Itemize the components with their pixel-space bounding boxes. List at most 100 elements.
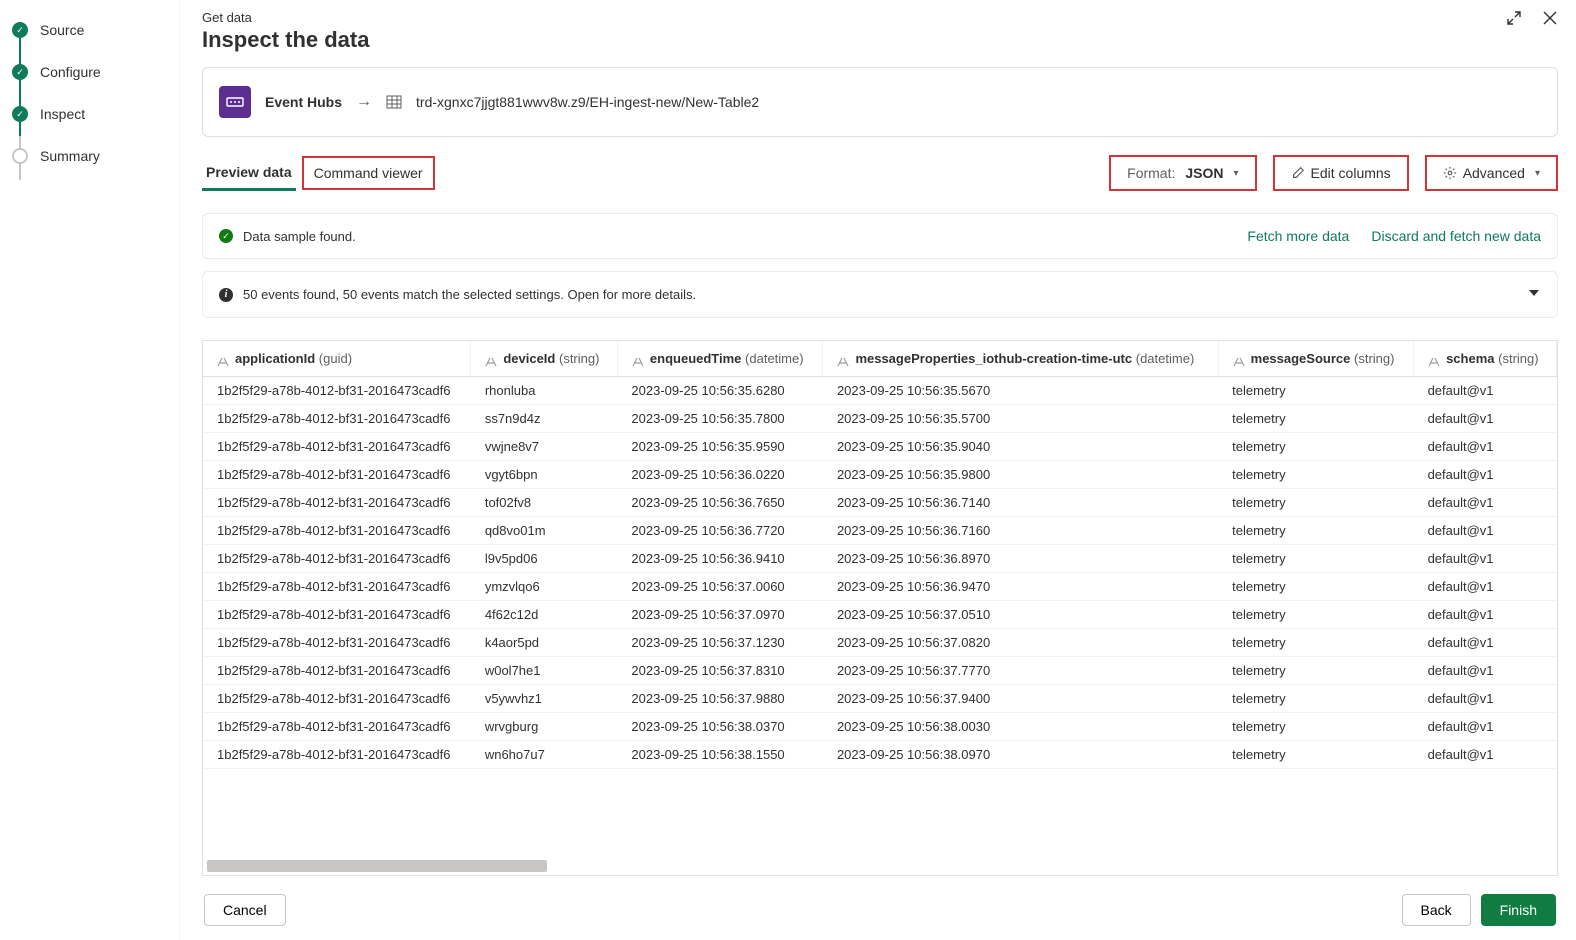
table-cell: qd8vo01m (471, 517, 618, 545)
step-label: Source (40, 22, 84, 38)
datatype-icon (837, 355, 849, 365)
datatype-icon (1233, 355, 1245, 365)
table-cell: 2023-09-25 10:56:38.0030 (823, 713, 1218, 741)
table-cell: 2023-09-25 10:56:35.9800 (823, 461, 1218, 489)
tab-command-viewer[interactable]: Command viewer (312, 161, 425, 185)
table-cell: default@v1 (1414, 629, 1557, 657)
step-label: Summary (40, 148, 100, 164)
table-cell: 1b2f5f29-a78b-4012-bf31-2016473cadf6 (203, 517, 471, 545)
table-cell: 2023-09-25 10:56:36.7720 (617, 517, 823, 545)
table-cell: w0ol7he1 (471, 657, 618, 685)
discard-fetch-link[interactable]: Discard and fetch new data (1371, 228, 1541, 244)
table-cell: default@v1 (1414, 433, 1557, 461)
data-preview-table: applicationId (guid)deviceId (string)enq… (202, 340, 1558, 876)
advanced-dropdown[interactable]: Advanced ▾ (1435, 160, 1548, 186)
wizard-stepper: ✓ Source ✓ Configure ✓ Inspect Summary (0, 0, 180, 940)
edit-columns-button[interactable]: Edit columns (1283, 160, 1399, 186)
step-summary[interactable]: Summary (12, 148, 167, 164)
table-cell: 2023-09-25 10:56:37.7770 (823, 657, 1218, 685)
fetch-more-link[interactable]: Fetch more data (1247, 228, 1349, 244)
horizontal-scrollbar-thumb[interactable] (207, 860, 547, 872)
table-cell: 1b2f5f29-a78b-4012-bf31-2016473cadf6 (203, 601, 471, 629)
column-header[interactable]: applicationId (guid) (203, 341, 471, 377)
table-cell: 2023-09-25 10:56:36.7160 (823, 517, 1218, 545)
datatype-icon (485, 355, 497, 365)
table-cell: 1b2f5f29-a78b-4012-bf31-2016473cadf6 (203, 461, 471, 489)
status-bar-events[interactable]: i 50 events found, 50 events match the s… (202, 271, 1558, 318)
tab-preview-data[interactable]: Preview data (202, 156, 296, 191)
table-row[interactable]: 1b2f5f29-a78b-4012-bf31-2016473cadf6rhon… (203, 377, 1557, 405)
table-cell: 2023-09-25 10:56:36.8970 (823, 545, 1218, 573)
cancel-button[interactable]: Cancel (204, 894, 286, 926)
table-cell: 2023-09-25 10:56:36.7140 (823, 489, 1218, 517)
table-cell: telemetry (1218, 573, 1413, 601)
table-row[interactable]: 1b2f5f29-a78b-4012-bf31-2016473cadf6ymzv… (203, 573, 1557, 601)
table-cell: 1b2f5f29-a78b-4012-bf31-2016473cadf6 (203, 685, 471, 713)
table-cell: default@v1 (1414, 741, 1557, 769)
table-cell: default@v1 (1414, 517, 1557, 545)
back-button[interactable]: Back (1402, 894, 1471, 926)
datatype-icon (632, 355, 644, 365)
arrow-right-icon: → (356, 93, 372, 111)
table-cell: telemetry (1218, 741, 1413, 769)
step-label: Configure (40, 64, 101, 80)
table-row[interactable]: 1b2f5f29-a78b-4012-bf31-2016473cadf6ss7n… (203, 405, 1557, 433)
table-cell: wn6ho7u7 (471, 741, 618, 769)
table-cell: 2023-09-25 10:56:37.0060 (617, 573, 823, 601)
step-inspect[interactable]: ✓ Inspect (12, 106, 167, 122)
check-icon: ✓ (12, 64, 28, 80)
table-cell: 2023-09-25 10:56:38.1550 (617, 741, 823, 769)
table-row[interactable]: 1b2f5f29-a78b-4012-bf31-2016473cadf6wrvg… (203, 713, 1557, 741)
connector-name: Event Hubs (265, 94, 342, 110)
step-label: Inspect (40, 106, 85, 122)
table-row[interactable]: 1b2f5f29-a78b-4012-bf31-2016473cadf6wn6h… (203, 741, 1557, 769)
datatype-icon (217, 355, 229, 365)
table-row[interactable]: 1b2f5f29-a78b-4012-bf31-2016473cadf6tof0… (203, 489, 1557, 517)
close-icon[interactable] (1542, 10, 1558, 31)
expand-icon[interactable] (1506, 10, 1522, 31)
step-configure[interactable]: ✓ Configure (12, 64, 167, 80)
table-row[interactable]: 1b2f5f29-a78b-4012-bf31-2016473cadf6k4ao… (203, 629, 1557, 657)
source-breadcrumb: Event Hubs → trd-xgnxc7jjgt881wwv8w.z9/E… (202, 67, 1558, 137)
table-cell: 2023-09-25 10:56:35.9590 (617, 433, 823, 461)
table-cell: k4aor5pd (471, 629, 618, 657)
destination-path: trd-xgnxc7jjgt881wwv8w.z9/EH-ingest-new/… (416, 94, 759, 110)
table-row[interactable]: 1b2f5f29-a78b-4012-bf31-2016473cadf64f62… (203, 601, 1557, 629)
table-row[interactable]: 1b2f5f29-a78b-4012-bf31-2016473cadf6v5yw… (203, 685, 1557, 713)
step-source[interactable]: ✓ Source (12, 22, 167, 38)
chevron-down-icon (1527, 286, 1541, 303)
highlight-box: Command viewer (302, 156, 435, 190)
table-row[interactable]: 1b2f5f29-a78b-4012-bf31-2016473cadf6vgyt… (203, 461, 1557, 489)
table-cell: default@v1 (1414, 545, 1557, 573)
table-cell: telemetry (1218, 433, 1413, 461)
table-cell: default@v1 (1414, 489, 1557, 517)
table-cell: ymzvlqo6 (471, 573, 618, 601)
column-header[interactable]: messageSource (string) (1218, 341, 1413, 377)
column-header[interactable]: enqueuedTime (datetime) (617, 341, 823, 377)
status-bar-sample: ✓ Data sample found. Fetch more data Dis… (202, 213, 1558, 259)
column-header[interactable]: schema (string) (1414, 341, 1557, 377)
table-cell: default@v1 (1414, 405, 1557, 433)
table-row[interactable]: 1b2f5f29-a78b-4012-bf31-2016473cadf6w0ol… (203, 657, 1557, 685)
table-cell: 2023-09-25 10:56:35.9040 (823, 433, 1218, 461)
table-scroll[interactable]: applicationId (guid)deviceId (string)enq… (203, 341, 1557, 875)
success-icon: ✓ (219, 229, 233, 243)
table-cell: telemetry (1218, 601, 1413, 629)
table-cell: telemetry (1218, 377, 1413, 405)
finish-button[interactable]: Finish (1481, 894, 1556, 926)
column-header[interactable]: messageProperties_iothub-creation-time-u… (823, 341, 1218, 377)
event-hubs-icon (219, 86, 251, 118)
table-cell: 2023-09-25 10:56:36.9470 (823, 573, 1218, 601)
events-text: 50 events found, 50 events match the sel… (243, 287, 696, 302)
column-header[interactable]: deviceId (string) (471, 341, 618, 377)
table-row[interactable]: 1b2f5f29-a78b-4012-bf31-2016473cadf6l9v5… (203, 545, 1557, 573)
table-cell: 1b2f5f29-a78b-4012-bf31-2016473cadf6 (203, 545, 471, 573)
table-cell: 2023-09-25 10:56:35.5700 (823, 405, 1218, 433)
table-cell: 2023-09-25 10:56:35.7800 (617, 405, 823, 433)
table-cell: default@v1 (1414, 685, 1557, 713)
table-cell: 2023-09-25 10:56:37.8310 (617, 657, 823, 685)
table-row[interactable]: 1b2f5f29-a78b-4012-bf31-2016473cadf6vwjn… (203, 433, 1557, 461)
highlight-box: Advanced ▾ (1425, 155, 1558, 191)
table-row[interactable]: 1b2f5f29-a78b-4012-bf31-2016473cadf6qd8v… (203, 517, 1557, 545)
format-dropdown[interactable]: Format: JSON ▾ (1119, 160, 1246, 186)
